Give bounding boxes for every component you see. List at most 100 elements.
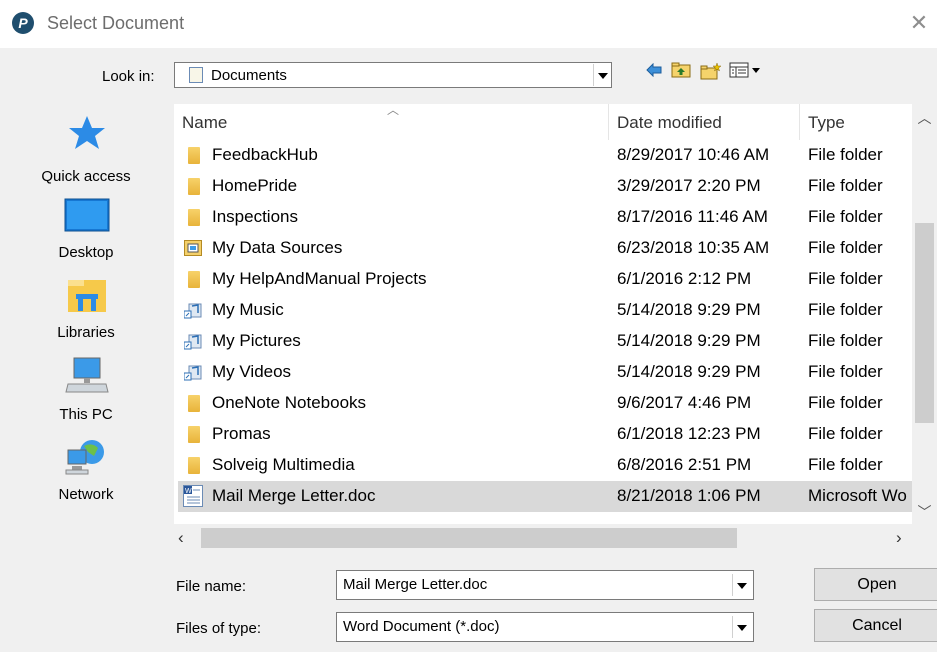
- file-name: Inspections: [212, 207, 298, 226]
- app-logo-icon: P: [12, 12, 34, 34]
- file-type: File folder: [808, 238, 883, 257]
- videos-shortcut-icon: [183, 364, 202, 381]
- lookin-label: Look in:: [102, 68, 155, 85]
- title-bar: P Select Document ✕: [0, 0, 937, 48]
- file-row[interactable]: FeedbackHub 8/29/2017 10:46 AM File folder: [178, 140, 912, 171]
- file-type: File folder: [808, 362, 883, 381]
- svg-text:W: W: [185, 488, 192, 495]
- filename-label: File name:: [176, 578, 247, 595]
- scroll-thumb[interactable]: [201, 528, 737, 548]
- file-date: 6/8/2016 2:51 PM: [617, 455, 752, 474]
- open-button[interactable]: Open: [814, 568, 937, 601]
- file-row[interactable]: OneNote Notebooks 9/6/2017 4:46 PM File fo…: [178, 388, 912, 419]
- file-name: FeedbackHub: [212, 145, 318, 164]
- cancel-button[interactable]: Cancel: [814, 609, 937, 642]
- file-date: 6/23/2018 10:35 AM: [617, 238, 770, 257]
- column-divider[interactable]: [608, 104, 609, 140]
- file-date: 6/1/2018 12:23 PM: [617, 424, 761, 443]
- file-row[interactable]: Promas 6/1/2018 12:23 PM File folder: [178, 419, 912, 450]
- file-date: 5/14/2018 9:29 PM: [617, 300, 761, 319]
- file-name: Solveig Multimedia: [212, 455, 355, 474]
- file-name: OneNote Notebooks: [212, 393, 367, 412]
- file-name: My Pictures: [212, 331, 301, 350]
- place-quick-access[interactable]: Quick access: [0, 110, 172, 188]
- network-icon: [64, 438, 110, 476]
- file-type: File folder: [808, 300, 883, 319]
- scroll-right-icon[interactable]: ›: [896, 528, 916, 548]
- file-date: 5/14/2018 9:29 PM: [617, 362, 761, 381]
- scroll-thumb[interactable]: [915, 223, 934, 423]
- star-icon: [64, 114, 110, 152]
- scroll-up-icon[interactable]: ︿: [912, 108, 937, 130]
- place-desktop[interactable]: Desktop: [0, 194, 172, 272]
- music-shortcut-icon: [183, 302, 202, 319]
- file-row[interactable]: My Data Sources 6/23/2018 10:35 AM File fo…: [178, 233, 912, 264]
- file-type: File folder: [808, 176, 883, 195]
- places-bar: Quick access Desktop Libraries This PC N…: [0, 104, 172, 534]
- file-name: HomePride: [212, 176, 298, 195]
- file-row[interactable]: HomePride 3/29/2017 2:20 PM File folder: [178, 171, 912, 202]
- filename-field[interactable]: Mail Merge Letter.doc: [336, 570, 754, 600]
- sort-ascending-icon: ︿: [387, 104, 400, 117]
- file-row[interactable]: W Mail Merge Letter.doc 8/21/2018 1:06 PM M…: [178, 481, 912, 512]
- back-arrow-icon[interactable]: [643, 62, 665, 84]
- filetype-dropdown[interactable]: Word Document (*.doc): [336, 612, 754, 642]
- folder-icon: [188, 178, 200, 195]
- lookin-dropdown[interactable]: Documents: [174, 62, 612, 88]
- place-label: Quick access: [41, 168, 131, 185]
- file-type: Microsoft Wo: [808, 486, 907, 505]
- column-header-name[interactable]: Name: [182, 113, 227, 133]
- file-list[interactable]: ︿ Name Date modified Type FeedbackHub 8/2…: [174, 104, 937, 528]
- new-folder-icon[interactable]: [699, 62, 723, 84]
- computer-icon: [64, 356, 110, 394]
- pictures-shortcut-icon: [183, 333, 202, 350]
- place-label: Libraries: [57, 324, 115, 341]
- file-type: File folder: [808, 207, 883, 226]
- folder-icon: [188, 209, 200, 226]
- scroll-left-icon[interactable]: ‹: [178, 528, 198, 548]
- chevron-down-icon[interactable]: [732, 574, 749, 596]
- file-row[interactable]: My Pictures 5/14/2018 9:29 PM File folder: [178, 326, 912, 357]
- up-folder-icon[interactable]: [670, 62, 692, 84]
- file-type: File folder: [808, 424, 883, 443]
- place-network[interactable]: Network: [0, 436, 172, 514]
- vertical-scrollbar[interactable]: ︿ ﹀: [912, 104, 937, 528]
- folder-icon: [188, 271, 200, 288]
- filetype-label: Files of type:: [176, 620, 262, 637]
- file-name: My Data Sources: [212, 238, 343, 257]
- file-date: 3/29/2017 2:20 PM: [617, 176, 761, 195]
- place-label: This PC: [59, 406, 113, 423]
- close-icon[interactable]: ✕: [906, 10, 932, 36]
- folder-icon: [188, 426, 200, 443]
- file-date: 5/14/2018 9:29 PM: [617, 331, 761, 350]
- file-name: Mail Merge Letter.doc: [212, 486, 376, 505]
- chevron-down-icon[interactable]: [732, 616, 749, 638]
- file-row[interactable]: My Music 5/14/2018 9:29 PM File folder: [178, 295, 912, 326]
- file-name: My Music: [212, 300, 284, 319]
- lookin-value: Documents: [211, 67, 287, 84]
- file-type: File folder: [808, 393, 883, 412]
- file-type: File folder: [808, 455, 883, 474]
- desktop-icon: [64, 196, 110, 234]
- filename-value: Mail Merge Letter.doc: [343, 576, 488, 593]
- view-menu-icon[interactable]: [728, 62, 766, 84]
- horizontal-scrollbar[interactable]: ‹ ›: [174, 524, 937, 552]
- file-name: Promas: [212, 424, 271, 443]
- data-sources-folder-icon: [184, 240, 202, 256]
- file-row[interactable]: My Videos 5/14/2018 9:29 PM File folder: [178, 357, 912, 388]
- scroll-down-icon[interactable]: ﹀: [912, 502, 937, 524]
- folder-icon: [188, 395, 200, 412]
- list-header: ︿ Name Date modified Type: [174, 104, 912, 140]
- file-type: File folder: [808, 269, 883, 288]
- place-this-pc[interactable]: This PC: [0, 354, 172, 432]
- file-row[interactable]: Inspections 8/17/2016 11:46 AM File folder: [178, 202, 912, 233]
- file-name: My Videos: [212, 362, 292, 381]
- file-row[interactable]: Solveig Multimedia 6/8/2016 2:51 PM File f…: [178, 450, 912, 481]
- column-header-date[interactable]: Date modified: [617, 113, 722, 133]
- column-divider[interactable]: [799, 104, 800, 140]
- chevron-down-icon[interactable]: [593, 64, 610, 86]
- file-date: 8/17/2016 11:46 AM: [617, 207, 768, 226]
- column-header-type[interactable]: Type: [808, 113, 845, 133]
- file-row[interactable]: My HelpAndManual Projects 6/1/2016 2:12 P…: [178, 264, 912, 295]
- place-libraries[interactable]: Libraries: [0, 274, 172, 352]
